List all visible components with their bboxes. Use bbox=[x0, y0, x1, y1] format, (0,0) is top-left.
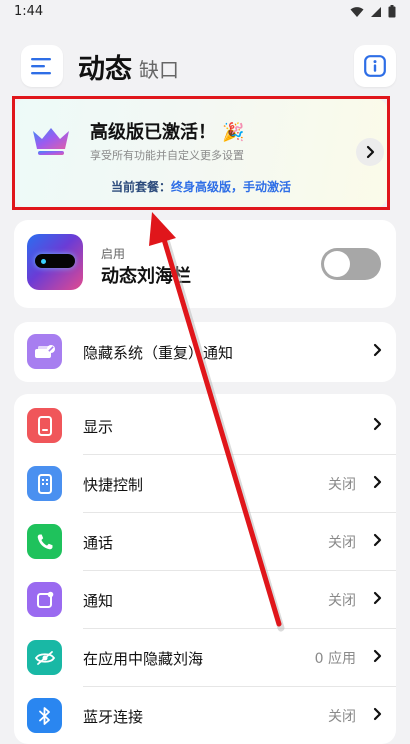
premium-title: 高级版已激活！ 🎉 bbox=[90, 118, 245, 144]
status-bar: 1:44 bbox=[0, 0, 410, 24]
battery-icon bbox=[388, 5, 396, 18]
wifi-icon bbox=[350, 6, 364, 17]
phone-icon bbox=[27, 524, 62, 559]
premium-open-button[interactable] bbox=[356, 138, 384, 166]
settings-row-value: 关闭 bbox=[328, 535, 356, 551]
settings-row-call[interactable]: 通话 关闭 bbox=[14, 512, 396, 570]
settings-row-hide-notch[interactable]: 在应用中隐藏刘海 0 应用 bbox=[14, 628, 396, 686]
dynamic-notch-app-icon bbox=[27, 234, 83, 290]
bluetooth-icon bbox=[27, 698, 62, 733]
settings-row-label: 通话 bbox=[83, 534, 114, 552]
chevron-right-icon bbox=[373, 707, 382, 721]
display-icon bbox=[27, 408, 62, 443]
status-icons bbox=[350, 5, 396, 18]
signal-icon bbox=[371, 6, 381, 17]
settings-row-value: 0 应用 bbox=[314, 651, 356, 667]
settings-row-quick-control[interactable]: 快捷控制 关闭 bbox=[14, 454, 396, 512]
toggle-knob bbox=[324, 251, 350, 277]
settings-row-label: 蓝牙连接 bbox=[83, 708, 144, 726]
page-title: 动态 bbox=[78, 54, 132, 85]
enabled-label: 启用 bbox=[101, 247, 126, 261]
chevron-right-icon bbox=[373, 475, 382, 489]
dynamic-notch-card[interactable]: 启用 动态刘海栏 bbox=[14, 220, 396, 308]
party-icon: 🎉 bbox=[222, 122, 245, 143]
quick-control-icon bbox=[27, 466, 62, 501]
settings-row-display[interactable]: 显示 bbox=[14, 396, 396, 454]
chevron-right-icon bbox=[373, 533, 382, 547]
status-time: 1:44 bbox=[14, 4, 44, 19]
hide-notifications-card[interactable]: 隐藏系统（重复）通知 bbox=[14, 322, 396, 382]
hide-notifications-icon bbox=[27, 334, 62, 369]
settings-row-label: 快捷控制 bbox=[83, 476, 144, 494]
notch-camera-dot bbox=[41, 259, 46, 264]
info-icon bbox=[364, 55, 386, 77]
info-button[interactable] bbox=[354, 45, 396, 87]
premium-subtitle: 享受所有功能并自定义更多设置 bbox=[90, 149, 244, 162]
settings-row-bluetooth[interactable]: 蓝牙连接 关闭 bbox=[14, 686, 396, 744]
settings-row-value: 关闭 bbox=[328, 593, 356, 609]
current-plan: 当前套餐：终身高级版，手动激活 bbox=[14, 178, 388, 195]
dynamic-notch-title: 动态刘海栏 bbox=[101, 266, 191, 287]
settings-row-label: 通知 bbox=[83, 592, 114, 610]
settings-row-notification[interactable]: 通知 关闭 bbox=[14, 570, 396, 628]
premium-title-text: 高级版已激活！ bbox=[90, 122, 216, 143]
settings-row-value: 关闭 bbox=[328, 709, 356, 725]
chevron-right-icon bbox=[373, 417, 382, 431]
hide-notifications-label: 隐藏系统（重复）通知 bbox=[83, 344, 234, 362]
enable-toggle[interactable] bbox=[321, 248, 381, 280]
premium-card[interactable]: 高级版已激活！ 🎉 享受所有功能并自定义更多设置 当前套餐：终身高级版，手动激活 bbox=[14, 98, 388, 208]
crown-icon bbox=[33, 128, 69, 155]
menu-button[interactable] bbox=[21, 45, 63, 87]
plan-value: 终身高级版，手动激活 bbox=[171, 180, 292, 194]
notification-hide-glyph bbox=[34, 344, 55, 358]
notification-icon bbox=[27, 582, 62, 617]
settings-row-value: 关闭 bbox=[328, 477, 356, 493]
eye-off-icon bbox=[27, 640, 62, 675]
chevron-right-icon bbox=[373, 591, 382, 605]
plan-label: 当前套餐： bbox=[110, 180, 171, 194]
settings-row-label: 在应用中隐藏刘海 bbox=[83, 650, 204, 668]
page-subtitle: 缺口 bbox=[139, 58, 179, 82]
chevron-right-icon bbox=[373, 649, 382, 663]
settings-list-card: 显示 快捷控制 关闭 通话 关闭 通知 关闭 在应用中隐藏刘海 0 应用 蓝牙连… bbox=[14, 394, 396, 744]
settings-row-label: 显示 bbox=[83, 418, 114, 436]
chevron-right-icon bbox=[366, 145, 374, 159]
hide-notifications-row[interactable]: 隐藏系统（重复）通知 bbox=[14, 322, 396, 380]
menu-icon bbox=[31, 58, 51, 75]
chevron-right-icon bbox=[373, 343, 382, 357]
